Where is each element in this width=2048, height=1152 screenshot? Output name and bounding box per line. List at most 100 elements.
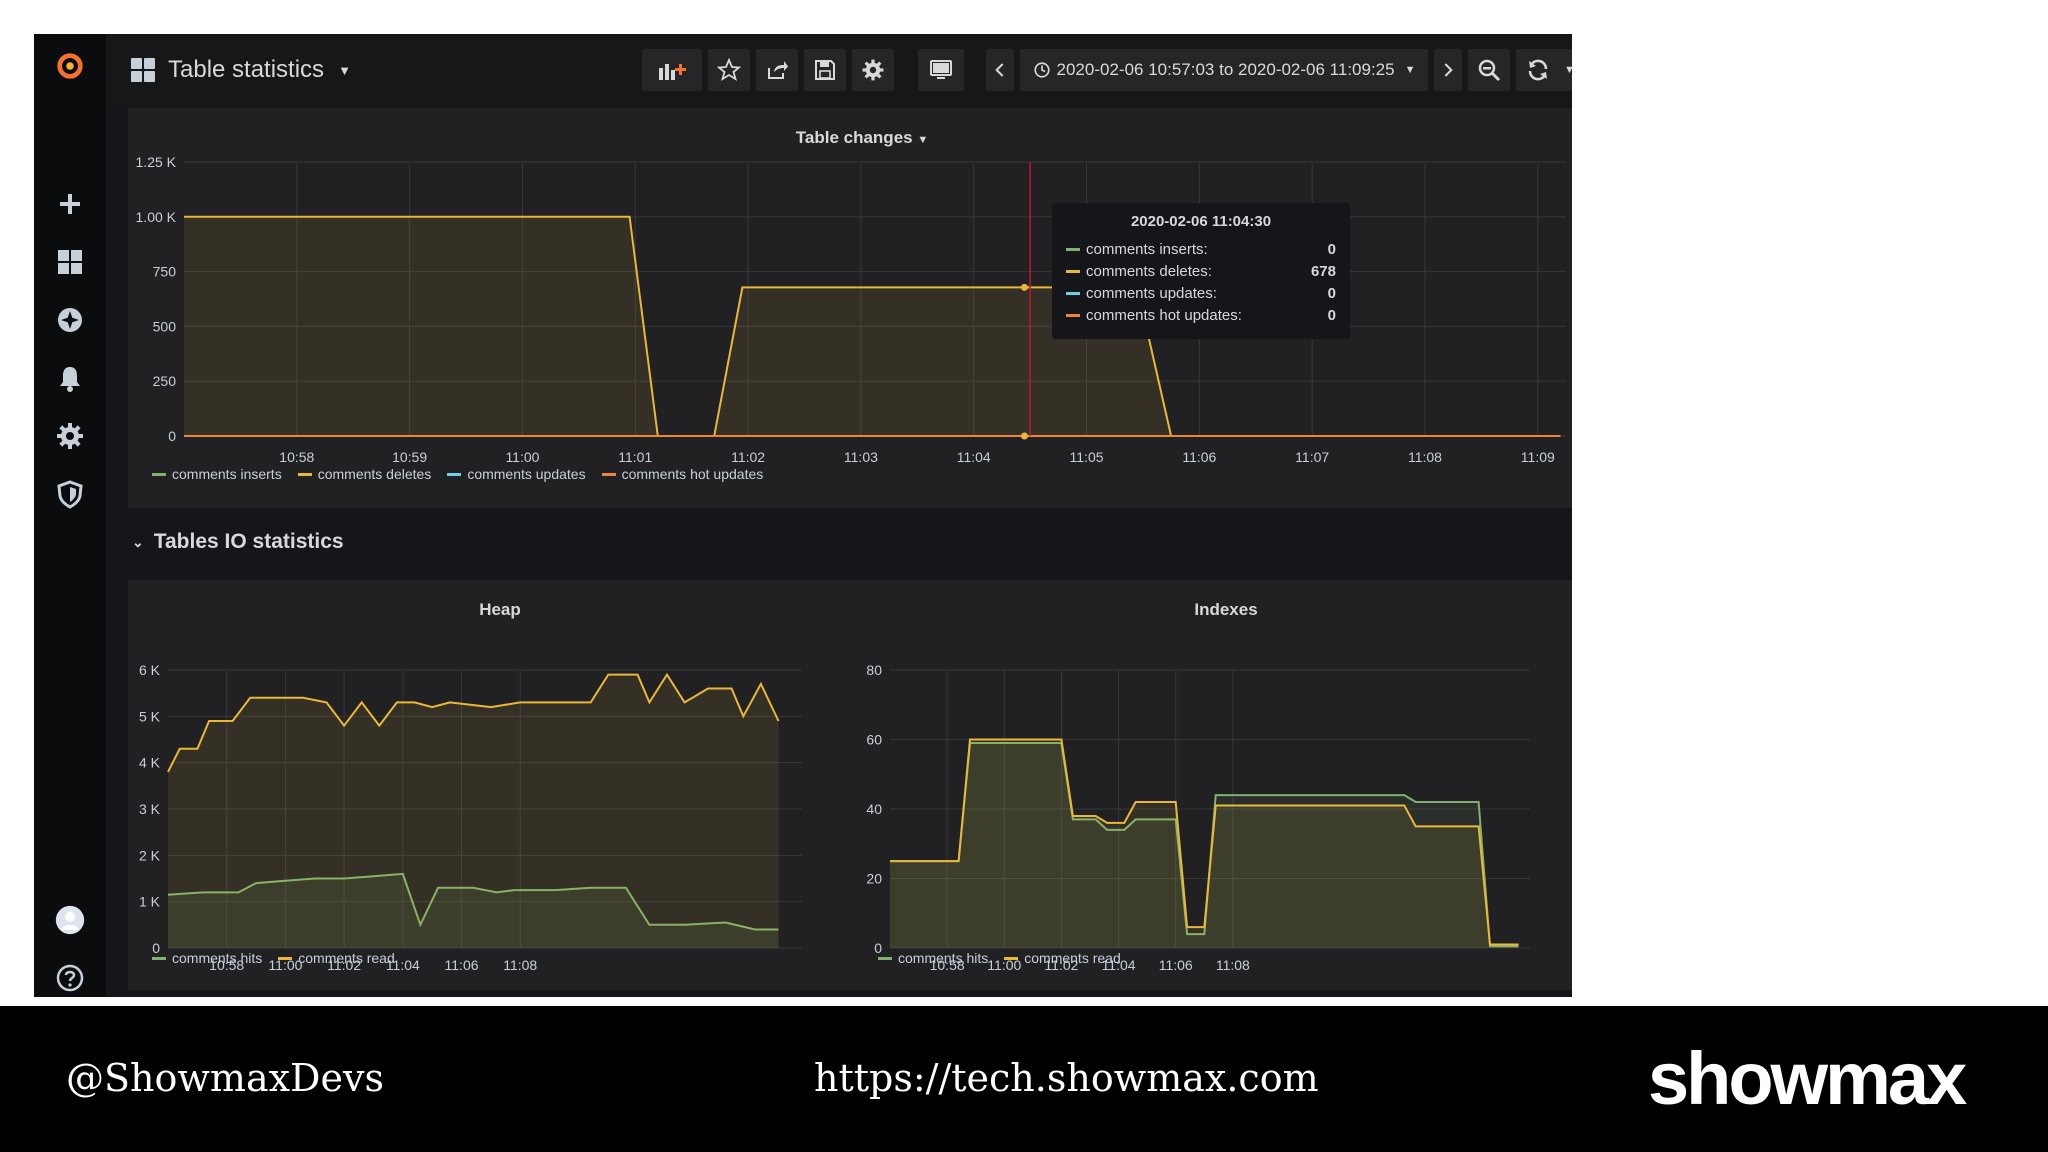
- add-panel-icon: [659, 64, 686, 80]
- graph-tooltip: 2020-02-06 11:04:30 comments inserts: 0 co…: [1052, 203, 1350, 339]
- legend-swatch: [1066, 269, 1080, 273]
- settings-button[interactable]: [852, 49, 894, 91]
- save-button[interactable]: [804, 49, 846, 91]
- legend-heap: comments hits comments read: [152, 950, 395, 966]
- panel-indexes: Indexes 0 20 40 60 80 10:58 11:00 11:02 11:04 11:…: [854, 580, 1572, 990]
- time-range-label: 2020-02-06 10:57:03 to 2020-02-06 11:09:…: [1056, 60, 1395, 79]
- chevron-left-icon: [995, 63, 1004, 77]
- tooltip-time: 2020-02-06 11:04:30: [1130, 213, 1272, 230]
- time-forward-button[interactable]: [1434, 49, 1462, 91]
- legend-item[interactable]: comments inserts: [152, 466, 282, 482]
- time-range-picker[interactable]: 2020-02-06 10:57:03 to 2020-02-06 11:09:…: [1020, 49, 1428, 91]
- dashboards-icon[interactable]: [52, 244, 88, 280]
- legend-swatch: [152, 956, 166, 960]
- save-icon: [815, 60, 835, 80]
- legend-item[interactable]: comments read: [278, 950, 395, 966]
- star-button[interactable]: [708, 49, 750, 91]
- user-avatar-icon[interactable]: [52, 902, 88, 938]
- table-changes-chart[interactable]: 0 250 500 750 1.00 K 1.25 K 10:58 10:59 11:00 11:…: [128, 108, 1572, 508]
- time-back-button[interactable]: [986, 49, 1014, 91]
- y-tick-label: 3 K: [139, 801, 161, 817]
- legend-item[interactable]: comments hot updates: [601, 466, 764, 482]
- hover-point: [1020, 283, 1028, 291]
- gear-icon[interactable]: [52, 418, 88, 454]
- dashboard-grid-icon: [131, 58, 155, 82]
- y-tick-label: 20: [866, 871, 882, 887]
- gear-icon: [862, 59, 884, 81]
- y-tick-label: 60: [866, 732, 882, 748]
- y-tick-label: 250: [153, 373, 177, 389]
- dashboard-title: Table statistics: [168, 56, 325, 83]
- legend-swatch: [878, 956, 892, 960]
- legend-item[interactable]: comments updates: [447, 466, 586, 482]
- legend-label: comments hot updates: [621, 466, 764, 482]
- tooltip-series-label: comments deletes:: [1086, 262, 1212, 280]
- legend-item[interactable]: comments hits: [878, 950, 988, 966]
- dashboard-navbar: Table statistics ▼ 2020-02-06 10:57:03 t…: [106, 34, 1572, 106]
- tooltip-row: comments inserts: 0: [1066, 238, 1336, 260]
- legend-swatch: [1066, 291, 1080, 295]
- explore-icon[interactable]: [52, 302, 88, 338]
- refresh-button[interactable]: ▼: [1516, 49, 1572, 91]
- legend-table-changes: comments inserts comments deletes comments…: [152, 466, 763, 482]
- showmax-logo-text: showmax: [1648, 1046, 1967, 1116]
- y-tick-label: 1 K: [139, 894, 161, 910]
- row-tables-io-statistics[interactable]: ⌄ Tables IO statistics: [132, 530, 344, 554]
- chevron-right-icon: [1444, 63, 1453, 77]
- legend-item[interactable]: comments read: [1004, 950, 1121, 966]
- legend-label: comments deletes: [317, 466, 432, 482]
- x-tick-label: 11:02: [731, 449, 765, 465]
- shield-icon[interactable]: [52, 476, 88, 512]
- star-icon: [717, 58, 741, 81]
- tooltip-series-label: comments inserts:: [1086, 240, 1208, 258]
- grafana-logo-icon[interactable]: [52, 48, 88, 84]
- bell-icon[interactable]: [52, 360, 88, 396]
- tooltip-series-label: comments updates:: [1086, 284, 1217, 302]
- indexes-chart[interactable]: 02040608010:58 11:00 11:02 11:04 11:06 11:08: [854, 580, 1572, 990]
- monitor-icon: [930, 60, 952, 79]
- legend-swatch: [1066, 247, 1080, 251]
- heap-chart[interactable]: 01 K2 K3 K4 K5 K6 K10:58 11:00 11:02 11:04 1…: [128, 580, 872, 990]
- x-tick-label: 11:06: [1182, 449, 1216, 465]
- chevron-down-icon: ⌄: [132, 533, 144, 550]
- legend-label: comments updates: [467, 466, 586, 482]
- tv-mode-button[interactable]: [918, 49, 964, 91]
- legend-label: comments hits: [898, 950, 989, 966]
- y-tick-label: 5 K: [139, 708, 161, 724]
- tooltip-value: 0: [1327, 306, 1336, 324]
- x-tick-label: 11:03: [844, 449, 878, 465]
- x-tick-label: 10:59: [392, 449, 427, 465]
- legend-label: comments read: [298, 950, 395, 966]
- dashboard-title-picker[interactable]: Table statistics ▼: [130, 50, 351, 90]
- x-tick-label: 11:09: [1521, 449, 1555, 465]
- share-button[interactable]: [756, 49, 798, 91]
- plus-icon[interactable]: [52, 186, 88, 222]
- legend-item[interactable]: comments hits: [152, 950, 262, 966]
- x-tick-label: 11:06: [445, 957, 479, 973]
- legend-swatch: [601, 472, 616, 476]
- legend-label: comments read: [1024, 950, 1121, 966]
- tooltip-value: 678: [1310, 262, 1336, 280]
- add-panel-button[interactable]: [642, 49, 702, 91]
- tooltip-series-label: comments hot updates:: [1086, 306, 1242, 324]
- legend-item[interactable]: comments deletes: [297, 466, 432, 482]
- panel-heap: Heap 01 K2 K3 K4 K5 K6 K 10:58 11:00 11:02 1…: [128, 580, 872, 990]
- y-tick-label: 750: [153, 264, 177, 280]
- help-icon[interactable]: [52, 960, 88, 996]
- tooltip-value: 0: [1327, 240, 1336, 258]
- caret-down-icon: ▼: [1564, 64, 1572, 76]
- x-tick-label: 11:00: [505, 449, 539, 465]
- side-menu: [34, 34, 106, 997]
- y-tick-label: 4 K: [139, 755, 161, 771]
- zoom-out-button[interactable]: [1468, 49, 1510, 91]
- footer-url[interactable]: https://tech.showmax.com: [814, 1056, 1319, 1100]
- clock-icon: [1033, 62, 1050, 78]
- legend-swatch: [152, 472, 166, 476]
- x-tick-label: 11:07: [1295, 449, 1329, 465]
- showmax-logo: showmax: [1648, 1046, 1970, 1116]
- grafana-window: Table statistics ▼ 2020-02-06 10:57:03 t…: [34, 34, 1572, 997]
- tooltip-row: comments deletes: 678: [1066, 260, 1336, 282]
- y-tick-label: 1.00 K: [136, 209, 177, 225]
- x-tick-label: 11:06: [1159, 957, 1193, 973]
- x-tick-label: 11:08: [1408, 449, 1442, 465]
